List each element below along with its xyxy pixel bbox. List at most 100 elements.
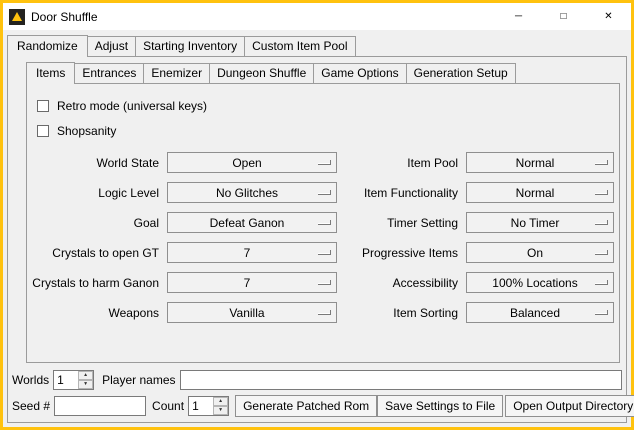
field-label: Logic Level: [29, 186, 167, 200]
dropdown-indicator-icon: [318, 190, 331, 195]
dropdown-indicator-icon: [318, 310, 331, 315]
weapons-dropdown[interactable]: Vanilla: [167, 302, 337, 323]
app-icon: [9, 9, 25, 25]
tab-starting-inventory[interactable]: Starting Inventory: [135, 36, 245, 56]
worlds-label: Worlds: [12, 373, 49, 387]
items-panel: Retro mode (universal keys) Shopsanity W…: [26, 83, 620, 363]
spin-down-icon[interactable]: ▼: [213, 406, 228, 415]
seed-label: Seed #: [12, 399, 50, 413]
field-label: Crystals to harm Ganon: [29, 276, 167, 290]
spin-down-icon[interactable]: ▼: [78, 380, 93, 389]
multiworld-row: Worlds ▲ ▼ Player names: [8, 370, 626, 390]
seed-input[interactable]: [54, 396, 146, 416]
tab-entrances[interactable]: Entrances: [74, 63, 144, 83]
checkbox-row-retro-mode[interactable]: Retro mode (universal keys): [37, 93, 619, 118]
player-names-label: Player names: [102, 373, 175, 387]
tab-enemizer[interactable]: Enemizer: [143, 63, 210, 83]
item-functionality-dropdown[interactable]: Normal: [466, 182, 614, 203]
dropdown-value: Vanilla: [229, 306, 274, 320]
dropdown-indicator-icon: [595, 250, 608, 255]
field-label: Item Functionality: [337, 186, 466, 200]
dropdown-value: Open: [232, 156, 271, 170]
tab-generation-setup[interactable]: Generation Setup: [406, 63, 516, 83]
randomize-panel: Items Entrances Enemizer Dungeon Shuffle…: [7, 56, 627, 423]
spin-up-icon[interactable]: ▲: [78, 371, 93, 380]
tab-items[interactable]: Items: [26, 62, 75, 84]
field-label: Item Sorting: [337, 306, 466, 320]
maximize-button[interactable]: □: [541, 3, 586, 30]
progressive-items-dropdown[interactable]: On: [466, 242, 614, 263]
dropdown-indicator-icon: [318, 250, 331, 255]
titlebar[interactable]: Door Shuffle ─ □ ✕: [3, 3, 631, 30]
dropdown-value: No Timer: [511, 216, 570, 230]
save-settings-button[interactable]: Save Settings to File: [377, 395, 503, 417]
checkbox-label: Retro mode (universal keys): [57, 99, 207, 113]
checkbox-unchecked-icon[interactable]: [37, 125, 49, 137]
world-state-dropdown[interactable]: Open: [167, 152, 337, 173]
timer-setting-dropdown[interactable]: No Timer: [466, 212, 614, 233]
field-label: Timer Setting: [337, 216, 466, 230]
outer-tab-bar: Randomize Adjust Starting Inventory Cust…: [7, 35, 631, 56]
crystals-harm-ganon-dropdown[interactable]: 7: [167, 272, 337, 293]
player-names-input[interactable]: [180, 370, 623, 390]
dropdown-value: 7: [244, 246, 261, 260]
field-label: World State: [29, 156, 167, 170]
dropdown-indicator-icon: [318, 220, 331, 225]
count-input[interactable]: [189, 397, 213, 415]
dropdown-indicator-icon: [595, 280, 608, 285]
dropdown-value: Normal: [516, 156, 565, 170]
dropdown-indicator-icon: [595, 220, 608, 225]
generate-patched-rom-button[interactable]: Generate Patched Rom: [235, 395, 377, 417]
checkbox-label: Shopsanity: [57, 124, 116, 138]
dropdown-value: On: [527, 246, 553, 260]
item-pool-dropdown[interactable]: Normal: [466, 152, 614, 173]
output-buttons: Save Settings to File Open Output Direct…: [377, 395, 634, 417]
window-title: Door Shuffle: [31, 10, 98, 24]
dropdown-value: Defeat Ganon: [210, 216, 295, 230]
logic-level-dropdown[interactable]: No Glitches: [167, 182, 337, 203]
options-grid: World State Open Item Pool Normal Logic …: [29, 152, 614, 323]
checkbox-area: Retro mode (universal keys) Shopsanity: [27, 84, 619, 143]
field-label: Crystals to open GT: [29, 246, 167, 260]
dropdown-indicator-icon: [595, 160, 608, 165]
minimize-button[interactable]: ─: [496, 3, 541, 30]
dropdown-indicator-icon: [595, 190, 608, 195]
dropdown-indicator-icon: [318, 280, 331, 285]
checkbox-row-shopsanity[interactable]: Shopsanity: [37, 118, 619, 143]
dropdown-value: 100% Locations: [492, 276, 587, 290]
dropdown-value: 7: [244, 276, 261, 290]
dropdown-value: Balanced: [510, 306, 570, 320]
field-label: Progressive Items: [337, 246, 466, 260]
field-label: Item Pool: [337, 156, 466, 170]
spacer: [8, 363, 626, 370]
spin-buttons: ▲ ▼: [213, 397, 228, 415]
close-button[interactable]: ✕: [586, 3, 631, 30]
field-label: Weapons: [29, 306, 167, 320]
dropdown-value: No Glitches: [216, 186, 288, 200]
checkbox-unchecked-icon[interactable]: [37, 100, 49, 112]
item-sorting-dropdown[interactable]: Balanced: [466, 302, 614, 323]
count-spinbox: ▲ ▼: [188, 396, 229, 416]
spin-up-icon[interactable]: ▲: [213, 397, 228, 406]
tab-custom-item-pool[interactable]: Custom Item Pool: [244, 36, 355, 56]
tab-dungeon-shuffle[interactable]: Dungeon Shuffle: [209, 63, 314, 83]
tab-game-options[interactable]: Game Options: [313, 63, 406, 83]
window-controls: ─ □ ✕: [496, 3, 631, 30]
door-shuffle-window: Door Shuffle ─ □ ✕ Randomize Adjust Star…: [0, 0, 634, 430]
goal-dropdown[interactable]: Defeat Ganon: [167, 212, 337, 233]
crystals-open-gt-dropdown[interactable]: 7: [167, 242, 337, 263]
dropdown-value: Normal: [516, 186, 565, 200]
open-output-directory-button[interactable]: Open Output Directory: [505, 395, 634, 417]
field-label: Accessibility: [337, 276, 466, 290]
tab-adjust[interactable]: Adjust: [87, 36, 136, 56]
spin-buttons: ▲ ▼: [78, 371, 93, 389]
worlds-spinbox: ▲ ▼: [53, 370, 94, 390]
dropdown-indicator-icon: [318, 160, 331, 165]
count-label: Count: [152, 399, 184, 413]
tab-randomize[interactable]: Randomize: [7, 35, 88, 57]
worlds-input[interactable]: [54, 371, 78, 389]
seed-row: Seed # Count ▲ ▼ Generate Patched Rom Sa…: [8, 395, 626, 417]
accessibility-dropdown[interactable]: 100% Locations: [466, 272, 614, 293]
dropdown-indicator-icon: [595, 310, 608, 315]
inner-tab-bar: Items Entrances Enemizer Dungeon Shuffle…: [26, 62, 626, 83]
